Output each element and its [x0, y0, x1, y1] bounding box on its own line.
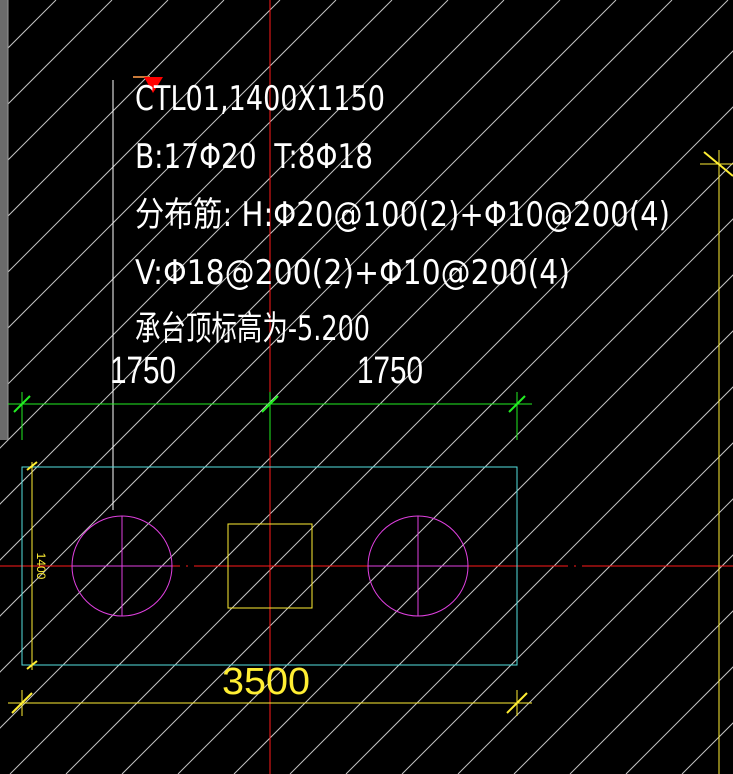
cad-drawing-canvas[interactable]: CTL01,1400X1150 B:17Φ20 T:8Φ18 分布筋: H:Φ2… [0, 0, 733, 774]
annotation-line-5: 承台顶标高为-5.200 [135, 309, 370, 349]
dimension-label-top-left: 1750 [110, 350, 176, 392]
dimension-label-top-right: 1750 [357, 350, 423, 392]
dimension-label-left: 1400 [34, 553, 48, 580]
dimension-label-bottom: 3500 [222, 661, 310, 703]
window-left-edge [0, 0, 8, 440]
annotation-line-3: 分布筋: H:Φ20@100(2)+Φ10@200(4) [135, 195, 670, 235]
annotation-line-1: CTL01,1400X1150 [135, 79, 385, 119]
annotation-line-4: V:Φ18@200(2)+Φ10@200(4) [135, 253, 570, 293]
annotation-line-2: B:17Φ20 T:8Φ18 [135, 137, 373, 177]
